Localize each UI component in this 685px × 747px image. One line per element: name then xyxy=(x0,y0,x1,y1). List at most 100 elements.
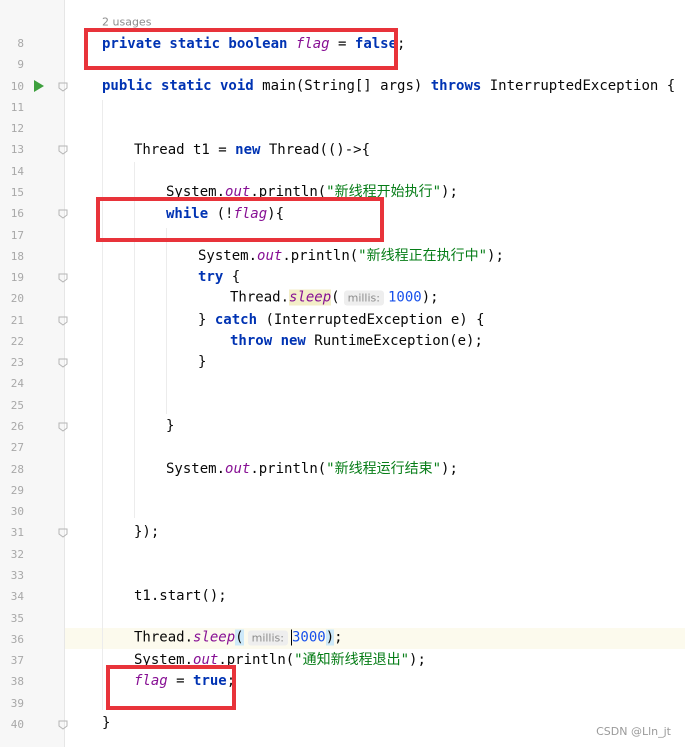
number-literal: 1000 xyxy=(388,289,422,306)
code-line-22[interactable]: throw new RuntimeException(e); xyxy=(230,332,483,350)
parameter-hint: millis: xyxy=(343,290,384,306)
line-number: 13 xyxy=(10,143,24,157)
fold-marker-icon[interactable] xyxy=(58,145,68,156)
code-text: InterruptedException { xyxy=(489,78,676,94)
line-number: 33 xyxy=(10,569,24,582)
code-text: ); xyxy=(441,184,458,200)
code-text: .println( xyxy=(282,248,359,264)
code-text: ); xyxy=(421,289,439,306)
line-number: 27 xyxy=(10,441,24,455)
line-number: 22 xyxy=(10,334,24,348)
code-text: }); xyxy=(134,524,160,540)
line-number: 17 xyxy=(10,228,24,242)
code-line-10[interactable]: public static void main(String[] args) t… xyxy=(102,77,675,95)
string-literal: "新线程运行结束" xyxy=(326,461,442,477)
code-line-36[interactable]: Thread.sleep(millis: 3000); xyxy=(134,629,343,648)
indent-guide xyxy=(166,228,167,414)
fold-marker-icon[interactable] xyxy=(58,720,68,730)
line-number: 24 xyxy=(10,377,24,391)
fold-marker-icon[interactable] xyxy=(58,422,68,432)
code-text: } xyxy=(198,354,207,370)
line-number: 35 xyxy=(10,611,24,625)
code-text: System. xyxy=(166,461,226,477)
code-text: Thread. xyxy=(134,629,194,646)
code-text: (InterruptedException e) { xyxy=(265,312,485,328)
code-line-34[interactable]: t1.start(); xyxy=(134,587,227,605)
fold-marker-icon[interactable] xyxy=(58,528,68,539)
annotation-box xyxy=(96,197,384,242)
code-text: t1.start(); xyxy=(134,588,227,604)
keyword: new xyxy=(280,333,315,349)
code-text: main(String[] args) xyxy=(262,78,431,94)
line-number: 19 xyxy=(10,271,24,285)
code-line-26[interactable]: } xyxy=(166,417,174,435)
keyword: throw xyxy=(230,333,281,349)
parameter-hint: millis: xyxy=(247,630,288,646)
line-number: 11 xyxy=(10,100,24,114)
code-text: { xyxy=(231,269,241,285)
matched-paren: ( xyxy=(235,629,244,646)
code-text: .println( xyxy=(250,461,327,477)
line-number: 26 xyxy=(10,420,24,434)
watermark: CSDN @Lln_jt xyxy=(596,725,671,738)
code-text: ( xyxy=(331,289,340,306)
code-text: Thread. xyxy=(230,289,290,306)
line-number: 32 xyxy=(10,547,24,561)
line-number: 23 xyxy=(10,356,24,370)
fold-marker-icon[interactable] xyxy=(58,316,68,326)
line-number: 10 xyxy=(10,79,24,93)
line-number: 14 xyxy=(10,164,24,178)
line-number: 38 xyxy=(10,675,24,689)
keyword: public static void xyxy=(102,78,263,94)
code-line-13[interactable]: Thread t1 = new Thread(()->{ xyxy=(134,141,370,159)
line-number: 36 xyxy=(10,632,24,646)
line-number: 39 xyxy=(10,696,24,710)
string-literal: "通知新线程退出" xyxy=(294,652,410,668)
code-text: RuntimeException(e); xyxy=(314,333,483,349)
keyword: catch xyxy=(214,312,266,328)
line-number: 15 xyxy=(10,185,24,199)
code-text: Thread(()->{ xyxy=(268,142,371,158)
run-gutter-icon[interactable] xyxy=(34,80,44,92)
fold-marker-icon[interactable] xyxy=(58,209,68,219)
indent-guide xyxy=(102,100,103,710)
matched-paren: ) xyxy=(325,629,335,646)
code-text: ); xyxy=(409,652,426,668)
string-literal: "新线程正在执行中" xyxy=(358,248,488,264)
method-sleep: sleep xyxy=(289,289,332,306)
annotation-box xyxy=(106,665,236,710)
annotation-box xyxy=(84,28,398,70)
fold-marker-icon[interactable] xyxy=(58,82,68,92)
code-line-18[interactable]: System.out.println("新线程正在执行中"); xyxy=(198,247,504,265)
line-number: 28 xyxy=(10,462,24,476)
fold-marker-icon[interactable] xyxy=(58,358,68,368)
method-sleep: sleep xyxy=(193,629,236,646)
line-number: 8 xyxy=(17,37,24,50)
line-number: 21 xyxy=(10,313,24,327)
line-number: 37 xyxy=(10,654,24,668)
code-line-19[interactable]: try { xyxy=(198,268,240,286)
code-editor[interactable]: 8 9 10 11 12 13 14 15 16 17 18 19 20 21 22 23 24 25 26 27 28… xyxy=(0,0,685,747)
code-text: Thread t1 = xyxy=(134,142,236,158)
line-number: 18 xyxy=(10,249,24,263)
fold-marker-icon[interactable] xyxy=(58,273,68,283)
code-text: System. xyxy=(198,248,258,264)
semicolon: ; xyxy=(334,629,343,646)
code-line-31[interactable]: }); xyxy=(134,523,159,541)
code-line-23[interactable]: } xyxy=(198,353,206,371)
line-number: 16 xyxy=(10,207,24,221)
keyword: new xyxy=(235,142,269,158)
field-out: out xyxy=(225,461,251,477)
code-line-28[interactable]: System.out.println("新线程运行结束"); xyxy=(166,460,458,478)
code-line-21[interactable]: } catch (InterruptedException e) { xyxy=(198,311,485,329)
line-number: 40 xyxy=(10,717,24,731)
usages-hint[interactable]: 2 usages xyxy=(102,16,151,29)
keyword: try xyxy=(198,269,232,285)
code-text: } xyxy=(102,715,111,731)
code-line-40[interactable]: } xyxy=(102,714,110,732)
line-number: 31 xyxy=(10,526,24,540)
semicolon: ; xyxy=(397,36,406,52)
line-number: 30 xyxy=(10,505,24,519)
code-line-20[interactable]: Thread.sleep(millis: 1000); xyxy=(230,289,439,308)
line-number: 34 xyxy=(10,590,24,604)
